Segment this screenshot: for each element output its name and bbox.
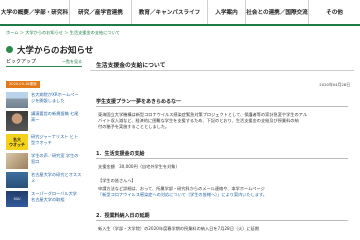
sidebar-item-label[interactable]: 学生の声／研究室 学生の窓口 xyxy=(31,153,82,169)
bullet-icon xyxy=(6,46,13,53)
defer-text: 新入生（学部・大学院）の2020年度春学期の授業料の納入日を7月28日（火）に延… xyxy=(98,226,260,231)
students-subheading: 【学生の皆さんへ】 xyxy=(98,178,136,183)
section-heading-support: 1．生活支援金の支給 xyxy=(96,151,145,157)
nav-about[interactable]: 大学の概要／学部・研究科 xyxy=(0,0,70,24)
view-all-link[interactable]: 一覧を見る xyxy=(62,59,82,65)
sidebar-item[interactable]: 名大 ウオッチ 研究ジャーナリスト ヒト型ウオッチ xyxy=(6,134,82,150)
divider xyxy=(96,158,348,159)
global-nav: 大学の概要／学部・研究科 研究／産学官連携 教育／キャンパスライフ 入学案内 社… xyxy=(0,0,360,26)
talk-thumbnail xyxy=(6,153,28,169)
section-heading-plan: 学生支援プラン一夢をあきらめるな一 xyxy=(96,99,182,105)
sidebar-item[interactable]: 名古屋大学の研究とオススメ xyxy=(6,172,82,188)
divider xyxy=(96,220,348,221)
nav-society[interactable]: 社会との連携／国際交流 xyxy=(246,0,309,24)
sidebar: ピックアップ 一覧を見る 2020.03.18更新 名大病院がXRホームページを… xyxy=(6,58,82,240)
sidebar-item-label[interactable]: 名古屋大学の研究とオススメ xyxy=(31,172,82,188)
watch-banner-line2: ウオッチ xyxy=(9,142,25,147)
sidebar-item-label[interactable]: スーパーグローバル大学 名古屋大学の取組 xyxy=(31,191,82,207)
sidebar-title: ピックアップ xyxy=(6,59,37,65)
article-title: 生活支援金の支給について xyxy=(90,58,354,71)
article: 生活支援金の支給について 2020年04月28日 学生支援プラン一夢をあきらめる… xyxy=(90,58,354,240)
sgu-banner-text: SGU xyxy=(13,197,21,201)
update-date-badge: 2020.03.18更新 xyxy=(6,81,40,88)
breadcrumb[interactable]: ホーム ＞ 大学からのお知らせ ＞ 生活支援金の支給について xyxy=(6,30,120,36)
sidebar-item[interactable]: 講演要旨の新規投稿 七尾高一 xyxy=(6,111,82,131)
watch-banner: 名大 ウオッチ xyxy=(6,134,28,150)
sidebar-item[interactable]: 学生の声／研究室 学生の窓口 xyxy=(6,153,82,169)
nav-other[interactable]: その他 xyxy=(309,0,360,24)
sidebar-header: ピックアップ 一覧を見る xyxy=(6,58,82,67)
sidebar-item-label[interactable]: 研究ジャーナリスト ヒト型ウオッチ xyxy=(31,134,82,150)
hall-thumbnail xyxy=(6,172,28,188)
sidebar-item-label[interactable]: 講演要旨の新規投稿 七尾高一 xyxy=(31,111,82,131)
covid-info-link[interactable]: 「新型コロナウイルス感染症への対応について（学生の皆様へ）」により案内いたします… xyxy=(98,192,346,198)
intro-paragraph: 東海国立大学機構は新型コロナウイルス感染症緊急対策プロジェクトとして、保護者等の… xyxy=(98,112,346,131)
sgu-banner: SGU xyxy=(6,191,28,207)
section-heading-tuition: 2．授業料納入日の延期 xyxy=(96,213,150,219)
page-header: 大学からのお知らせ xyxy=(6,42,354,57)
page-title: 大学からのお知らせ xyxy=(17,45,94,56)
sidebar-item[interactable]: SGU スーパーグローバル大学 名古屋大学の取組 xyxy=(6,191,82,207)
nav-education[interactable]: 教育／キャンパスライフ xyxy=(132,0,208,24)
sidebar-item-label[interactable]: 名大病院がXRホームページを開設しました xyxy=(31,92,82,108)
divider xyxy=(96,106,348,107)
article-date: 2020年04月28日 xyxy=(319,82,350,87)
nav-research[interactable]: 研究／産学官連携 xyxy=(70,0,132,24)
intro-line: 付の猶予を実施することとしました。 xyxy=(98,124,170,130)
amount-text: 支援金額 30,000円（自宅外学生を対象） xyxy=(98,164,180,169)
apply-paragraph: 申請方法など詳細は、おって、所属学部・研究科からのメール連絡や、本学ホームページ… xyxy=(98,186,346,198)
hospital-thumbnail xyxy=(6,92,28,108)
sidebar-item[interactable]: 名大病院がXRホームページを開設しました xyxy=(6,92,82,108)
portrait-thumbnail xyxy=(6,111,28,131)
nav-admissions[interactable]: 入学案内 xyxy=(208,0,246,24)
